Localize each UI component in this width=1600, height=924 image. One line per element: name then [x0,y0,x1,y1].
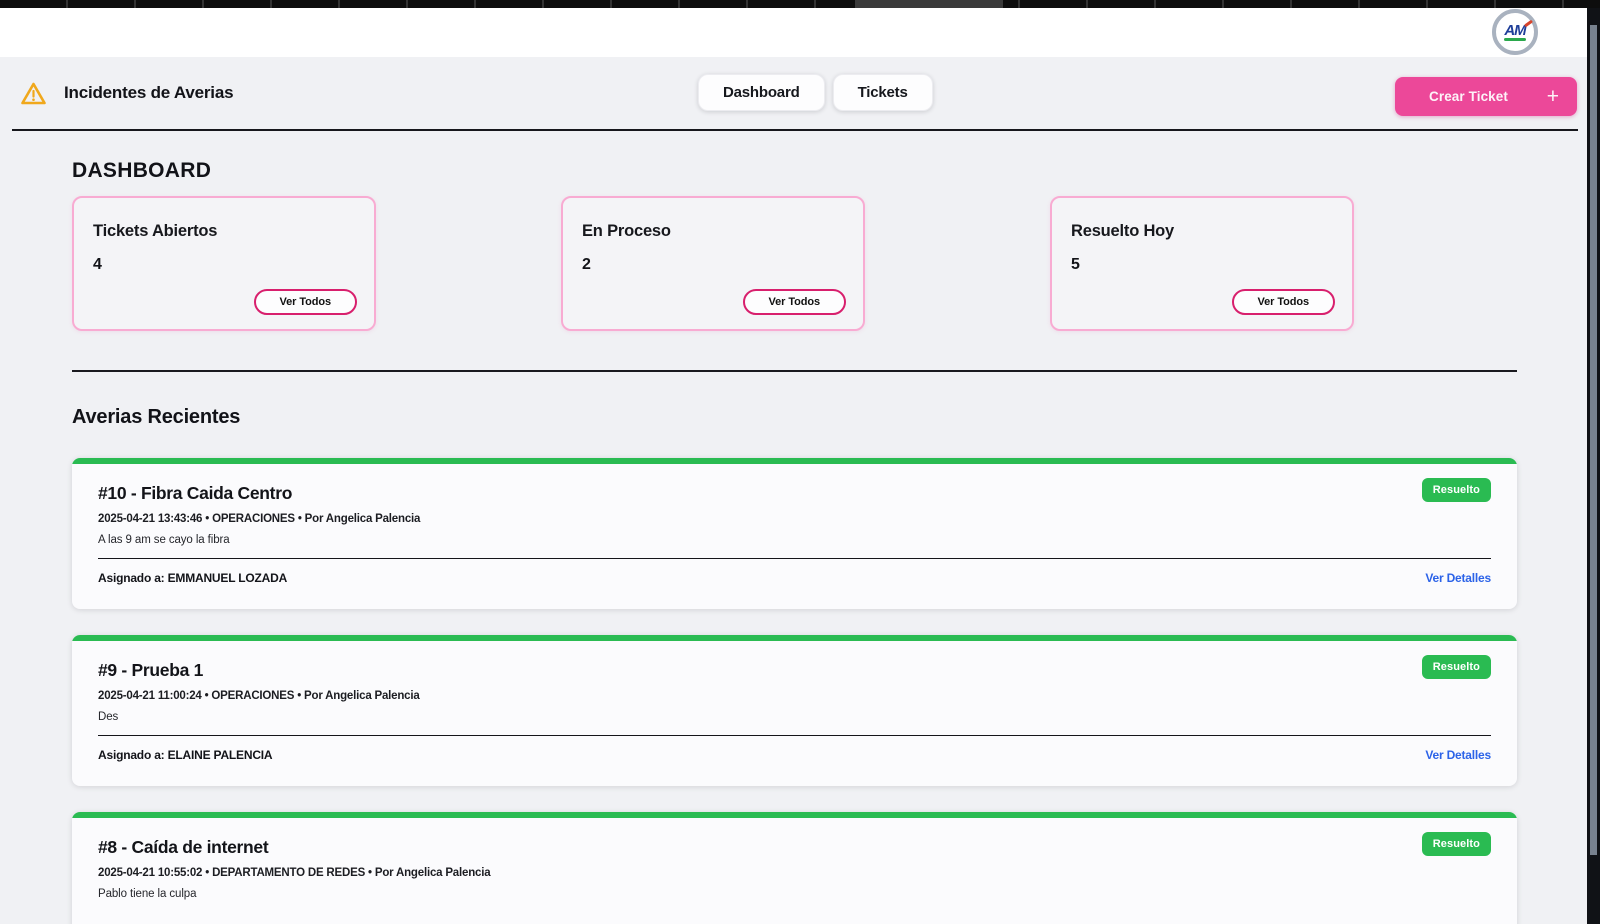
stat-value: 2 [582,256,844,274]
browser-active-tab[interactable] [855,0,1003,8]
ticket-divider [98,735,1491,736]
stat-title: Resuelto Hoy [1071,222,1333,241]
status-badge: Resuelto [1422,478,1491,502]
company-logo[interactable]: AM [1492,9,1538,55]
ticket-description: Des [98,711,1491,723]
stat-card-in-progress: En Proceso 2 Ver Todos [561,196,865,331]
recent-heading: Averias Recientes [72,406,1517,429]
stat-title: En Proceso [582,222,844,241]
ver-detalles-link[interactable]: Ver Detalles [1425,748,1491,762]
create-ticket-button[interactable]: Crear Ticket + [1395,77,1577,116]
stat-card-open-tickets: Tickets Abiertos 4 Ver Todos [72,196,376,331]
scrollbar[interactable] [1587,8,1600,924]
stat-title: Tickets Abiertos [93,222,355,241]
browser-tab-strip[interactable] [0,0,1600,8]
ticket-title: #8 - Caída de internet [98,837,268,858]
ticket-title: #10 - Fibra Caida Centro [98,483,292,504]
page-title: Incidentes de Averias [64,83,233,103]
main-content: DASHBOARD Tickets Abiertos 4 Ver Todos E… [0,131,1587,924]
ticket-card: #8 - Caída de internet Resuelto 2025-04-… [72,812,1517,924]
ver-detalles-link[interactable]: Ver Detalles [1425,571,1491,585]
status-badge: Resuelto [1422,832,1491,856]
ticket-divider [98,558,1491,559]
ticket-list: #10 - Fibra Caida Centro Resuelto 2025-0… [72,458,1517,924]
ticket-meta: 2025-04-21 10:55:02 • DEPARTAMENTO DE RE… [98,867,1491,879]
ticket-meta: 2025-04-21 11:00:24 • OPERACIONES • Por … [98,690,1491,702]
tab-dashboard[interactable]: Dashboard [698,74,825,111]
ticket-card: #9 - Prueba 1 Resuelto 2025-04-21 11:00:… [72,635,1517,786]
warning-icon [20,81,47,106]
section-divider [72,370,1517,372]
status-badge: Resuelto [1422,655,1491,679]
logo-text: AM [1504,24,1525,37]
stat-value: 4 [93,256,355,274]
ticket-title: #9 - Prueba 1 [98,660,203,681]
ticket-description: Pablo tiene la culpa [98,888,1491,900]
ver-todos-button[interactable]: Ver Todos [743,289,846,315]
dashboard-heading: DASHBOARD [72,159,1517,183]
ticket-description: A las 9 am se cayo la fibra [98,534,1491,546]
ver-todos-button[interactable]: Ver Todos [254,289,357,315]
stats-row: Tickets Abiertos 4 Ver Todos En Proceso … [72,196,1517,331]
ticket-meta: 2025-04-21 13:43:46 • OPERACIONES • Por … [98,513,1491,525]
ticket-assigned: Asignado a: EMMANUEL LOZADA [98,571,287,585]
ticket-card: #10 - Fibra Caida Centro Resuelto 2025-0… [72,458,1517,609]
create-ticket-label: Crear Ticket [1429,89,1508,104]
tab-tickets[interactable]: Tickets [833,74,933,111]
stat-card-resolved-today: Resuelto Hoy 5 Ver Todos [1050,196,1354,331]
titlebar: AM [0,8,1600,57]
plus-icon: + [1547,87,1559,107]
ticket-assigned: Asignado a: ELAINE PALENCIA [98,748,272,762]
app-header: Incidentes de Averias Dashboard Tickets … [0,57,1600,131]
scrollbar-thumb[interactable] [1590,25,1597,855]
header-divider [12,129,1578,131]
header-nav: Dashboard Tickets [698,74,933,111]
stat-value: 5 [1071,256,1333,274]
ver-todos-button[interactable]: Ver Todos [1232,289,1335,315]
